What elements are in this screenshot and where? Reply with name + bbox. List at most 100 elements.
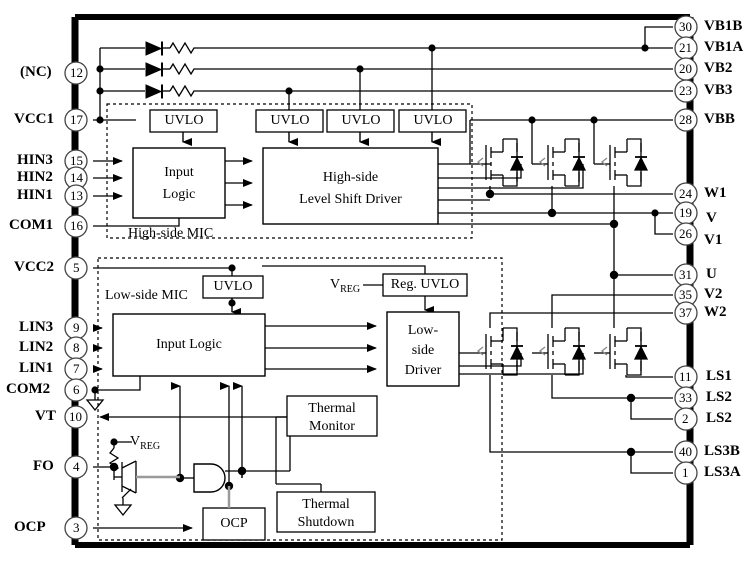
junction-dot <box>109 462 119 472</box>
pin-number-40[interactable]: 40 <box>679 444 692 460</box>
pin-label-ls2a: LS2 <box>706 389 732 405</box>
junction-dot <box>96 65 104 73</box>
pin-number-12[interactable]: 12 <box>70 65 83 81</box>
low-side-driver-line1: Low- <box>407 323 439 338</box>
pin-number-4[interactable]: 4 <box>73 459 80 475</box>
junction-dot <box>356 65 364 73</box>
hs-gate-lines <box>438 163 584 189</box>
pin-number-37[interactable]: 37 <box>679 305 692 321</box>
pin-number-35[interactable]: 35 <box>679 287 692 303</box>
pin-number-15[interactable]: 15 <box>70 153 83 169</box>
vb1b-link <box>644 26 673 48</box>
mosfet-low-1 <box>459 327 525 376</box>
pin-number-6[interactable]: 6 <box>73 382 80 398</box>
bootstrap-branches <box>93 47 673 121</box>
pin-number-30[interactable]: 30 <box>679 19 692 35</box>
ls-logic-to-driver <box>265 322 377 373</box>
pin-number-23[interactable]: 23 <box>679 83 692 99</box>
junction-dot <box>547 208 557 218</box>
pin-number-28[interactable]: 28 <box>679 112 692 128</box>
level-shift-line1: High-side <box>322 170 379 185</box>
vcc2-feed <box>93 267 233 276</box>
pin-label-ls2b: LS2 <box>706 410 732 426</box>
pin-label-lin3: LIN3 <box>19 319 54 335</box>
pin-number-9[interactable]: 9 <box>73 320 80 336</box>
level-shift-driver-box <box>262 147 439 225</box>
pin-label-w2: W2 <box>704 304 727 320</box>
mosfet-high-1 <box>470 138 525 187</box>
pin-number-31[interactable]: 31 <box>679 267 692 283</box>
uvlo-hs-2-label: UVLO <box>270 113 310 128</box>
input-logic-ls-label: Input Logic <box>156 337 222 352</box>
junction-dot <box>96 87 104 95</box>
junction-dot <box>228 264 236 272</box>
pin-number-3[interactable]: 3 <box>73 520 80 536</box>
junction-dot <box>428 44 436 52</box>
uvlo-feed-lines <box>288 48 433 112</box>
junction-dot <box>609 219 619 229</box>
junction-dot <box>528 116 536 124</box>
thermal-shutdown-line2: Shutdown <box>297 515 355 530</box>
vreg-fo-text: V <box>130 434 141 449</box>
junction-dot <box>96 116 104 124</box>
level-shift-line2: Level Shift Driver <box>299 192 402 207</box>
uvlo-hs-3-label: UVLO <box>341 113 381 128</box>
ground-icon-com2 <box>85 390 105 412</box>
hs-source-outputs <box>438 186 673 276</box>
pin-number-1[interactable]: 1 <box>682 465 689 481</box>
junction-dot <box>590 116 598 124</box>
junction-dot <box>641 44 649 52</box>
pin-label-v2: V2 <box>704 286 723 302</box>
junction-dot <box>237 466 247 476</box>
thermal-shutdown-line1: Thermal <box>302 497 350 512</box>
pin-number-17[interactable]: 17 <box>70 112 83 128</box>
input-logic-hs-line1: Input <box>164 165 194 180</box>
pin-label-lin1: LIN1 <box>19 360 54 376</box>
pin-label-v1: V1 <box>704 232 723 248</box>
pin-number-16[interactable]: 16 <box>70 218 83 234</box>
uvlo-down-arrows <box>182 132 441 146</box>
pin-number-2[interactable]: 2 <box>682 411 689 427</box>
low-side-mic-label: Low-side MIC <box>105 288 188 303</box>
low-side-driver-line3: Driver <box>404 363 442 378</box>
pin-number-8[interactable]: 8 <box>73 340 80 356</box>
pin-number-33[interactable]: 33 <box>679 390 692 406</box>
pin-label-vb3: VB3 <box>704 82 733 98</box>
pin-number-10[interactable]: 10 <box>69 409 82 425</box>
vreg-reg-uvlo-label: VREG <box>330 277 360 295</box>
mosfet-low-2 <box>532 327 587 376</box>
mosfet-high-2 <box>532 138 587 187</box>
uvlo-hs-1-label: UVLO <box>164 113 204 128</box>
uvlo-hs-4-label: UVLO <box>413 113 453 128</box>
pin-number-26[interactable]: 26 <box>679 226 692 242</box>
pin-label-vcc2: VCC2 <box>14 259 54 275</box>
pin-number-21[interactable]: 21 <box>679 40 692 56</box>
pin-label-fo: FO <box>33 458 54 474</box>
pin-label-com2: COM2 <box>6 381 51 397</box>
high-side-mosfets <box>470 138 649 187</box>
pin-number-20[interactable]: 20 <box>679 61 692 77</box>
pin-number-13[interactable]: 13 <box>70 188 83 204</box>
bootstrap-resistor-icons <box>169 41 196 98</box>
mosfet-high-3 <box>594 138 649 187</box>
junction-dot <box>110 438 118 446</box>
pin-number-19[interactable]: 19 <box>679 205 692 221</box>
pin-number-11[interactable]: 11 <box>679 369 692 385</box>
pin-number-5[interactable]: 5 <box>73 260 80 276</box>
pin-label-ocp: OCP <box>14 519 46 535</box>
ocp-label: OCP <box>220 516 248 531</box>
thermal-monitor-line1: Thermal <box>308 401 356 416</box>
junction-dot <box>651 209 659 217</box>
diagram-canvas <box>64 14 698 548</box>
input-logic-hs-line2: Logic <box>162 187 196 202</box>
pin-label-hin2: HIN2 <box>17 169 53 185</box>
pin-number-14[interactable]: 14 <box>70 170 83 186</box>
pin-number-24[interactable]: 24 <box>679 186 692 202</box>
junction-dot <box>485 189 495 199</box>
and-gate-icon <box>193 463 226 493</box>
pin-number-7[interactable]: 7 <box>73 361 80 377</box>
pin-label-vcc1: VCC1 <box>14 111 54 127</box>
input-logic-hs-box <box>132 147 226 219</box>
vreg-fo-subscript: REG <box>140 440 161 452</box>
pin-label-vb1a: VB1A <box>704 39 744 55</box>
